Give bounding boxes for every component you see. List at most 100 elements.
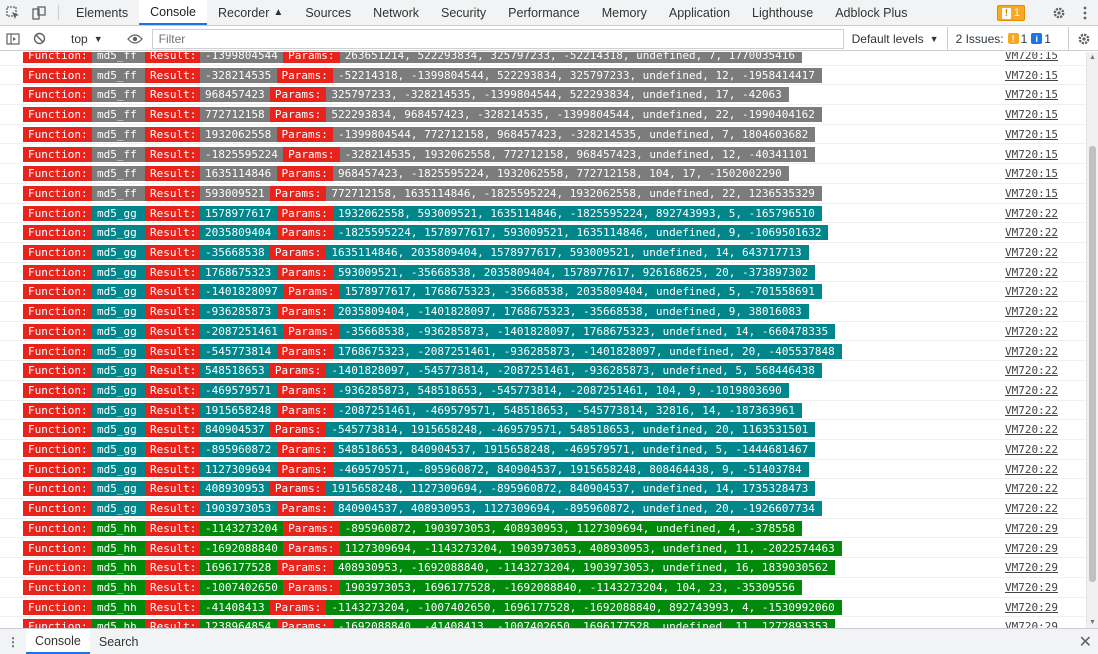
tab-adblock-plus[interactable]: Adblock Plus bbox=[824, 0, 918, 25]
params-label: Params: bbox=[269, 481, 327, 497]
result-value: 968457423 bbox=[200, 87, 270, 103]
params-value: -936285873, 548518653, -545773814, -2087… bbox=[333, 382, 789, 398]
source-link[interactable]: VM720:22 bbox=[1005, 442, 1058, 457]
params-value: 548518653, 840904537, 1915658248, -46957… bbox=[333, 442, 816, 457]
source-link[interactable]: VM720:15 bbox=[1005, 127, 1058, 142]
source-link[interactable]: VM720:22 bbox=[1005, 422, 1058, 437]
result-label: Result: bbox=[145, 146, 200, 162]
source-link[interactable]: VM720:15 bbox=[1005, 52, 1058, 63]
params-value: -35668538, -936285873, -1401828097, 1768… bbox=[339, 323, 836, 339]
device-toolbar-icon[interactable] bbox=[26, 0, 52, 26]
drawer-tab-console[interactable]: Console bbox=[26, 629, 90, 654]
tab-sources[interactable]: Sources bbox=[294, 0, 362, 25]
console-settings-gear-icon[interactable] bbox=[1068, 27, 1098, 51]
source-link[interactable]: VM720:22 bbox=[1005, 265, 1058, 280]
result-label: Result: bbox=[145, 422, 200, 438]
result-label: Result: bbox=[145, 52, 200, 63]
issues-counter[interactable]: 2 Issues: ! 1 i1 bbox=[946, 26, 1051, 51]
params-value: 1635114846, 2035809404, 1578977617, 5930… bbox=[326, 245, 809, 260]
source-link[interactable]: VM720:22 bbox=[1005, 363, 1058, 378]
params-label: Params: bbox=[283, 540, 340, 556]
source-link[interactable]: VM720:15 bbox=[1005, 68, 1058, 83]
sidebar-toggle-icon[interactable] bbox=[0, 27, 26, 51]
source-link[interactable]: VM720:22 bbox=[1005, 225, 1058, 240]
source-link[interactable]: VM720:15 bbox=[1005, 107, 1058, 122]
console-message-row: Function: md5_ff Result: 772712158 Params: 52… bbox=[0, 105, 1086, 125]
console-message-row: Function: md5_gg Result: 548518653 Params: -1… bbox=[0, 361, 1086, 381]
caret-down-icon: ▼ bbox=[929, 33, 939, 44]
result-label: Result: bbox=[145, 560, 200, 576]
source-link[interactable]: VM720:29 bbox=[1005, 560, 1058, 575]
more-options-icon[interactable] bbox=[1072, 0, 1098, 26]
source-link[interactable]: VM720:22 bbox=[1005, 245, 1058, 260]
filter-input[interactable] bbox=[151, 28, 844, 49]
source-link[interactable]: VM720:22 bbox=[1005, 501, 1058, 516]
log-levels-dropdown[interactable]: Default levels ▼ bbox=[852, 32, 939, 46]
tab-application[interactable]: Application bbox=[658, 0, 741, 25]
source-link[interactable]: VM720:29 bbox=[1005, 619, 1058, 628]
tab-network[interactable]: Network bbox=[362, 0, 430, 25]
source-link[interactable]: VM720:22 bbox=[1005, 481, 1058, 496]
source-link[interactable]: VM720:22 bbox=[1005, 324, 1058, 339]
source-link[interactable]: VM720:22 bbox=[1005, 462, 1058, 477]
source-link[interactable]: VM720:15 bbox=[1005, 87, 1058, 102]
tab-memory[interactable]: Memory bbox=[591, 0, 658, 25]
result-label: Result: bbox=[145, 67, 200, 83]
function-name: md5_ff bbox=[92, 67, 145, 83]
function-name: md5_ff bbox=[92, 126, 145, 142]
source-link[interactable]: VM720:22 bbox=[1005, 206, 1058, 221]
result-label: Result: bbox=[145, 501, 200, 517]
settings-gear-icon[interactable] bbox=[1046, 0, 1072, 26]
tab-elements[interactable]: Elements bbox=[65, 0, 139, 25]
params-value: 840904537, 408930953, 1127309694, -89596… bbox=[333, 501, 822, 517]
params-value: -52214318, -1399804544, 522293834, 32579… bbox=[333, 67, 822, 83]
source-link[interactable]: VM720:22 bbox=[1005, 344, 1058, 359]
context-selector[interactable]: top ▼ bbox=[65, 32, 109, 46]
params-value: 593009521, -35668538, 2035809404, 157897… bbox=[333, 264, 816, 280]
warnings-badge[interactable]: ! 1 bbox=[996, 5, 1025, 21]
source-link[interactable]: VM720:29 bbox=[1005, 600, 1058, 615]
params-value: 772712158, 1635114846, -1825595224, 1932… bbox=[326, 185, 822, 201]
source-link[interactable]: VM720:15 bbox=[1005, 147, 1058, 162]
result-label: Result: bbox=[145, 461, 200, 477]
source-link[interactable]: VM720:22 bbox=[1005, 383, 1058, 398]
scrollbar-thumb[interactable] bbox=[1089, 146, 1096, 582]
params-value: 1127309694, -1143273204, 1903973053, 408… bbox=[339, 540, 842, 556]
tab-console[interactable]: Console bbox=[139, 0, 207, 25]
console-message-row: Function: md5_gg Result: 1578977617 Params: 1… bbox=[0, 204, 1086, 224]
tab-performance[interactable]: Performance bbox=[497, 0, 591, 25]
params-label: Params: bbox=[276, 382, 334, 398]
result-label: Result: bbox=[145, 284, 200, 300]
tab-recorder[interactable]: Recorder ▲ bbox=[207, 0, 294, 25]
result-value: 1635114846 bbox=[200, 166, 277, 182]
tab-security[interactable]: Security bbox=[430, 0, 497, 25]
live-expression-eye-icon[interactable] bbox=[122, 27, 148, 51]
source-link[interactable]: VM720:15 bbox=[1005, 166, 1058, 181]
source-link[interactable]: VM720:29 bbox=[1005, 580, 1058, 595]
source-link[interactable]: VM720:29 bbox=[1005, 521, 1058, 536]
source-link[interactable]: VM720:22 bbox=[1005, 403, 1058, 418]
source-link[interactable]: VM720:22 bbox=[1005, 304, 1058, 319]
result-value: -328214535 bbox=[200, 67, 277, 83]
console-message-row: Function: md5_gg Result: -895960872 Params: 5… bbox=[0, 440, 1086, 460]
close-drawer-icon[interactable]: ✕ bbox=[1079, 629, 1092, 654]
source-link[interactable]: VM720:15 bbox=[1005, 186, 1058, 201]
inspect-element-icon[interactable] bbox=[0, 0, 26, 26]
function-label: Function: bbox=[23, 323, 92, 339]
issues-info-badge: i1 bbox=[1031, 32, 1051, 46]
clear-console-icon[interactable] bbox=[26, 27, 52, 51]
drawer-menu-icon[interactable]: ⋮ bbox=[0, 629, 26, 654]
scroll-up-arrow-icon[interactable]: ▲ bbox=[1089, 54, 1096, 61]
source-link[interactable]: VM720:22 bbox=[1005, 284, 1058, 299]
source-link[interactable]: VM720:29 bbox=[1005, 541, 1058, 556]
console-scrollbar[interactable]: ▲ ▼ bbox=[1086, 52, 1098, 628]
params-label: Params: bbox=[269, 245, 327, 260]
function-label: Function: bbox=[23, 166, 92, 182]
tab-lighthouse[interactable]: Lighthouse bbox=[741, 0, 824, 25]
params-label: Params: bbox=[283, 284, 340, 300]
drawer-tab-search[interactable]: Search bbox=[90, 629, 148, 654]
console-message-row: Function: md5_gg Result: -469579571 Params: -… bbox=[0, 381, 1086, 401]
tab-label: Console bbox=[150, 4, 196, 19]
scroll-down-arrow-icon[interactable]: ▼ bbox=[1089, 619, 1096, 626]
function-name: md5_gg bbox=[92, 343, 145, 359]
